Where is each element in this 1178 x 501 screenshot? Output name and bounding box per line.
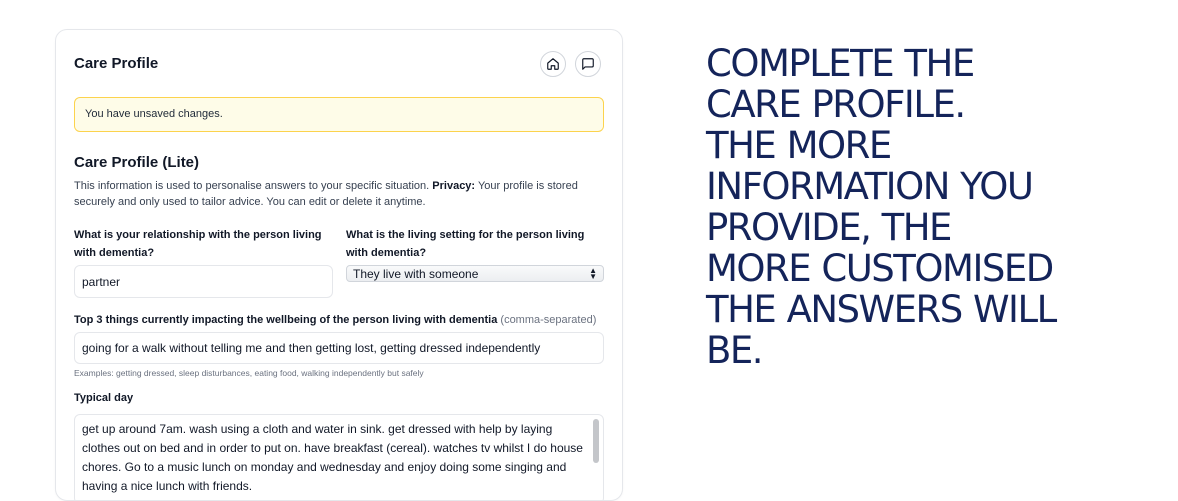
top-three-value: going for a walk without telling me and …	[82, 341, 541, 355]
living-setting-select[interactable]: They live with someone ▲ ▼	[346, 265, 604, 282]
section-title: Care Profile (Lite)	[74, 154, 200, 171]
alert-text: You have unsaved changes.	[85, 108, 223, 120]
top-three-helper: Examples: getting dressed, sleep disturb…	[74, 368, 424, 378]
select-arrows-icon: ▲ ▼	[589, 265, 597, 281]
relationship-input[interactable]: partner	[74, 265, 333, 298]
promo-line: BE.	[706, 329, 764, 372]
home-button[interactable]	[540, 51, 566, 77]
promo-line: PROVIDE, THE	[706, 206, 952, 249]
textarea-scrollbar[interactable]	[593, 419, 599, 463]
top-three-label-text: Top 3 things currently impacting the wel…	[74, 314, 498, 326]
promo-line: INFORMATION YOU	[706, 165, 1034, 208]
living-setting-value: They live with someone	[353, 266, 479, 281]
care-profile-card: Care Profile You have unsaved changes. C…	[55, 29, 623, 501]
living-setting-label: What is the living setting for the perso…	[346, 229, 585, 259]
top-three-hint: (comma-separated)	[500, 314, 597, 326]
message-square-icon	[582, 58, 594, 70]
section-description: This information is used to personalise …	[74, 178, 604, 210]
relationship-value: partner	[82, 274, 121, 289]
privacy-label: Privacy:	[432, 180, 476, 192]
chat-button[interactable]	[575, 51, 601, 77]
top-three-label: Top 3 things currently impacting the wel…	[74, 311, 614, 329]
description-main: This information is used to personalise …	[74, 180, 433, 192]
typical-day-label: Typical day	[74, 392, 134, 404]
card-title: Care Profile	[74, 55, 159, 72]
relationship-label: What is your relationship with the perso…	[74, 229, 322, 259]
promo-line: THE MORE	[706, 124, 892, 167]
promo-line: CARE PROFILE.	[706, 83, 966, 126]
promo-text: COMPLETE THE CARE PROFILE. THE MORE INFO…	[706, 43, 1146, 371]
promo-line: THE ANSWERS WILL	[706, 288, 1057, 331]
home-icon	[547, 58, 559, 70]
typical-day-value: get up around 7am. wash using a cloth an…	[82, 422, 583, 493]
unsaved-changes-alert: You have unsaved changes.	[74, 97, 604, 132]
promo-line: MORE CUSTOMISED	[706, 247, 1054, 290]
top-three-input[interactable]: going for a walk without telling me and …	[74, 332, 604, 364]
promo-line: COMPLETE THE	[706, 42, 975, 85]
